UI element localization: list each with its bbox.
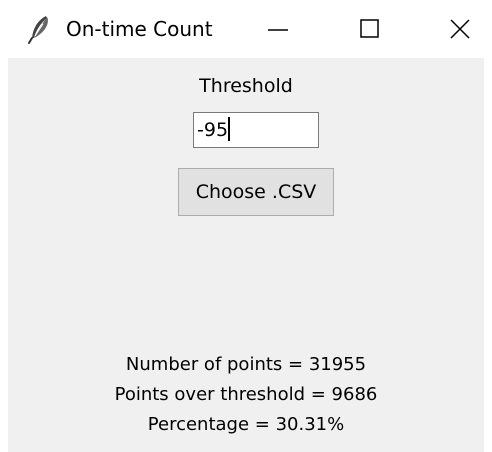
close-button[interactable] <box>432 0 488 58</box>
client-area: Threshold -95 Choose .CSV Number of poin… <box>8 58 484 452</box>
close-icon <box>450 19 470 39</box>
title-bar[interactable]: On-time Count <box>0 0 492 58</box>
text-caret <box>228 116 231 141</box>
feather-icon <box>26 14 52 44</box>
app-window: On-time Count Threshold -95 Choose .CSV … <box>0 0 492 452</box>
points-over-threshold-text: Points over threshold = 9686 <box>114 384 378 405</box>
threshold-label: Threshold <box>199 75 293 97</box>
threshold-value: -95 <box>197 119 229 141</box>
choose-csv-button[interactable]: Choose .CSV <box>178 168 334 216</box>
minimize-icon <box>268 29 288 31</box>
maximize-icon <box>360 19 379 38</box>
results-panel: Number of points = 31955 Points over thr… <box>8 350 484 440</box>
percentage-text: Percentage = 30.31% <box>147 414 345 435</box>
threshold-input[interactable]: -95 <box>193 112 319 148</box>
window-title: On-time Count <box>66 17 213 41</box>
number-of-points-text: Number of points = 31955 <box>125 354 367 375</box>
minimize-button[interactable] <box>250 0 306 58</box>
maximize-button[interactable] <box>342 0 398 58</box>
